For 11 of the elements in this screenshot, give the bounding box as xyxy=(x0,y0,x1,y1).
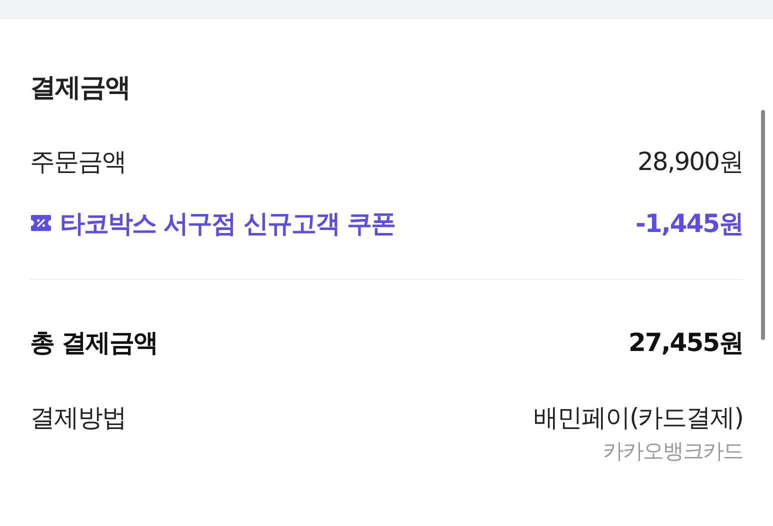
total-label: 총 결제금액 xyxy=(30,326,158,358)
row-label: 주문금액 xyxy=(30,146,126,178)
discount-amount: -1,445원 xyxy=(636,208,743,240)
payment-method-label: 결제방법 xyxy=(30,402,126,434)
section-title: 결제금액 xyxy=(30,72,131,105)
total-amount: 27,455원 xyxy=(628,326,743,358)
row-amount: 28,900원 xyxy=(638,146,743,178)
payment-method-value: 배민페이(카드결제) xyxy=(533,402,743,434)
coupon-icon xyxy=(30,214,52,232)
card-name: 카카오뱅크카드 xyxy=(603,439,743,463)
coupon-label: 타코박스 서구점 신규고객 쿠폰 xyxy=(60,208,396,240)
